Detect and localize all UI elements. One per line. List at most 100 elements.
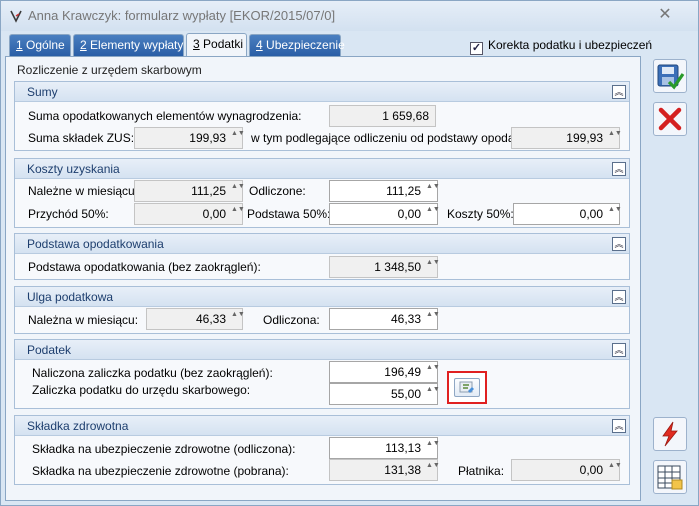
tab-podatki[interactable]: 3 Podatki: [186, 33, 247, 57]
field-value: 113,13: [385, 441, 421, 455]
podstawa-50-field[interactable]: 0,00 ▲▼: [329, 203, 440, 225]
group-title: Podstawa opodatkowania: [27, 237, 164, 251]
spinner-icon[interactable]: ▲▼: [426, 206, 440, 222]
suma-opodatkowanych-label: Suma opodatkowanych elementów wynagrodze…: [28, 109, 302, 123]
koszty-50-label: Koszty 50%:: [447, 207, 514, 221]
group-header: Składka zdrowotna ︽: [15, 416, 629, 436]
ulga-nalezna-field[interactable]: 46,33 ▲▼: [146, 308, 245, 330]
zdrowotna-pobrana-field[interactable]: 131,38 ▲▼: [329, 459, 440, 481]
spinner-icon[interactable]: ▲▼: [426, 462, 440, 478]
recalculate-icon-glyph: [459, 381, 474, 393]
spinner-icon[interactable]: ▲▼: [231, 130, 245, 146]
save-button[interactable]: [653, 59, 687, 93]
podstawa-opodatkowania-label: Podstawa opodatkowania (bez zaokrągleń):: [28, 260, 261, 274]
field-value: 0,00: [202, 207, 226, 221]
podstawa-50-label: Podstawa 50%:: [247, 207, 331, 221]
tab-label: Ogólne: [22, 38, 65, 52]
collapse-icon[interactable]: ︽: [612, 343, 626, 357]
field-value: 1 348,50: [374, 260, 421, 274]
zdrowotna-odliczona-label: Składka na ubezpieczenie zdrowotne (odli…: [32, 442, 296, 456]
cancel-button[interactable]: [653, 102, 687, 136]
spinner-icon[interactable]: ▲▼: [426, 183, 440, 199]
app-icon: [10, 10, 22, 23]
nalezne-field[interactable]: 111,25 ▲▼: [134, 180, 245, 202]
tab-label: Podatki: [199, 37, 244, 51]
spinner-icon[interactable]: ▲▼: [231, 206, 245, 222]
platnika-field[interactable]: 0,00 ▲▼: [511, 459, 622, 481]
close-icon[interactable]: ✕: [656, 7, 674, 23]
podlegajace-odliczeniu-label: w tym podlegające odliczeniu od podstawy…: [251, 131, 525, 145]
naliczona-zaliczka-field[interactable]: 196,49 ▲▼: [329, 361, 440, 383]
przychod-50-label: Przychód 50%:: [28, 207, 109, 221]
field-value: 46,33: [195, 312, 226, 326]
spinner-icon[interactable]: ▲▼: [231, 183, 245, 199]
korekta-checkbox[interactable]: ✓ Korekta podatku i ubezpieczeń: [470, 38, 652, 55]
field-value: 0,00: [579, 463, 603, 477]
nalezne-label: Należne w miesiącu:: [28, 184, 139, 198]
odliczone-label: Odliczone:: [249, 184, 306, 198]
group-title: Ulga podatkowa: [27, 290, 114, 304]
spinner-icon[interactable]: ▲▼: [608, 206, 622, 222]
group-header: Podatek ︽: [15, 340, 629, 360]
red-x-icon: [658, 107, 682, 131]
panel-title: Rozliczenie z urzędem skarbowym: [17, 63, 202, 77]
lightning-button[interactable]: [653, 417, 687, 451]
tab-key: 4: [256, 38, 263, 52]
przychod-50-field[interactable]: 0,00 ▲▼: [134, 203, 245, 225]
collapse-icon[interactable]: ︽: [612, 419, 626, 433]
spinner-icon[interactable]: ▲▼: [608, 462, 622, 478]
spinner-icon[interactable]: ▲▼: [426, 364, 440, 380]
table-button[interactable]: [653, 460, 687, 494]
group-title: Składka zdrowotna: [27, 419, 129, 433]
checkbox-checked-icon[interactable]: ✓: [470, 42, 483, 55]
tab-key: 3: [193, 37, 200, 51]
field-value: 131,38: [384, 463, 421, 477]
spinner-icon[interactable]: ▲▼: [426, 259, 440, 275]
ulga-odliczona-field[interactable]: 46,33 ▲▼: [329, 308, 440, 330]
recalculate-icon: [454, 378, 480, 397]
group-header: Koszty uzyskania ︽: [15, 159, 629, 179]
koszty-50-field[interactable]: 0,00 ▲▼: [513, 203, 622, 225]
payroll-form-window: Anna Krawczyk: formularz wypłaty [EKOR/2…: [0, 0, 699, 506]
platnika-label: Płatnika:: [458, 464, 505, 478]
naliczona-zaliczka-label: Naliczona zaliczka podatku (bez zaokrągl…: [32, 366, 273, 380]
tab-key: 2: [80, 38, 87, 52]
group-header: Sumy ︽: [15, 82, 629, 102]
recalculate-tax-button[interactable]: [447, 371, 487, 404]
podstawa-opodatkowania-field[interactable]: 1 348,50 ▲▼: [329, 256, 440, 278]
tab-key: 1: [16, 38, 23, 52]
zaliczka-do-urzedu-label: Zaliczka podatku do urzędu skarbowego:: [32, 383, 251, 397]
suma-opodatkowanych-field: 1 659,68: [329, 105, 436, 127]
spinner-icon[interactable]: ▲▼: [231, 311, 245, 327]
collapse-icon[interactable]: ︽: [612, 237, 626, 251]
field-value: 111,25: [191, 184, 226, 198]
tab-elementy-wyplaty[interactable]: 2 Elementy wypłaty: [73, 34, 184, 56]
field-value: 0,00: [397, 207, 421, 221]
spinner-icon[interactable]: ▲▼: [608, 130, 622, 146]
collapse-icon[interactable]: ︽: [612, 85, 626, 99]
save-check-icon: [657, 64, 685, 90]
group-title: Sumy: [27, 85, 58, 99]
spinner-icon[interactable]: ▲▼: [426, 311, 440, 327]
suma-zus-field[interactable]: 199,93 ▲▼: [134, 127, 245, 149]
title-bar: Anna Krawczyk: formularz wypłaty [EKOR/2…: [1, 1, 698, 31]
group-header: Ulga podatkowa ︽: [15, 287, 629, 307]
odliczone-field[interactable]: 111,25 ▲▼: [329, 180, 440, 202]
collapse-icon[interactable]: ︽: [612, 162, 626, 176]
tab-label: Elementy wypłaty: [86, 38, 184, 52]
lightning-icon: [662, 421, 678, 447]
podlegajace-odliczeniu-field[interactable]: 199,93 ▲▼: [511, 127, 622, 149]
field-value: 199,93: [566, 131, 603, 145]
group-title: Podatek: [27, 343, 72, 357]
zdrowotna-odliczona-field[interactable]: 113,13 ▲▼: [329, 437, 440, 459]
tab-label: Ubezpieczenie: [262, 38, 345, 52]
tab-ubezpieczenie[interactable]: 4 Ubezpieczenie: [249, 34, 345, 56]
spinner-icon[interactable]: ▲▼: [426, 386, 440, 402]
field-value: 196,49: [384, 365, 421, 379]
suma-zus-label: Suma składek ZUS:: [28, 131, 135, 145]
zdrowotna-pobrana-label: Składka na ubezpieczenie zdrowotne (pobr…: [32, 464, 289, 478]
tab-ogolne[interactable]: 1 Ogólne: [9, 34, 71, 56]
spinner-icon[interactable]: ▲▼: [426, 440, 440, 456]
zaliczka-do-urzedu-field[interactable]: 55,00 ▲▼: [329, 383, 440, 405]
collapse-icon[interactable]: ︽: [612, 290, 626, 304]
